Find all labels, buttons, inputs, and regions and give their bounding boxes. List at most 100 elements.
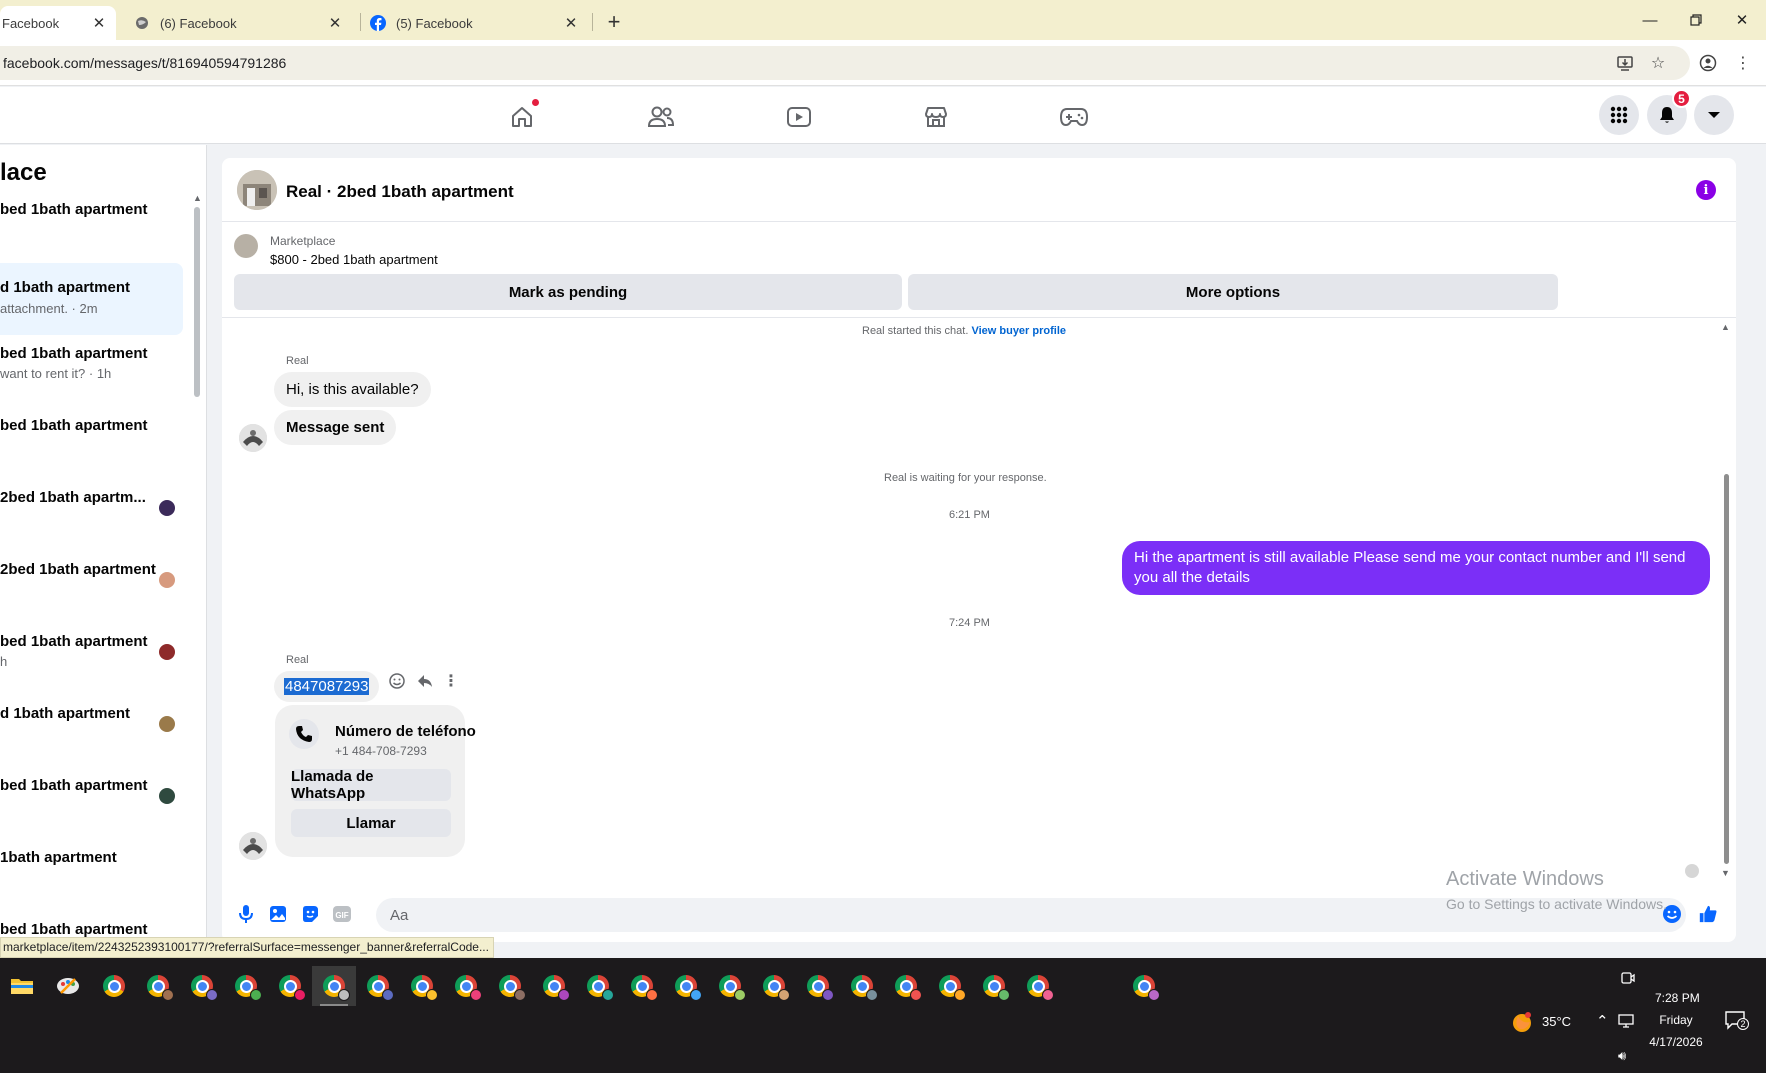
chrome-profile-taskbar-icon[interactable] — [664, 966, 708, 1006]
like-thumb-icon[interactable] — [1698, 904, 1718, 924]
volume-icon[interactable]: 🔊︎ — [1618, 1048, 1626, 1064]
chrome-profile-taskbar-icon[interactable] — [532, 966, 576, 1006]
chrome-profile-taskbar-icon[interactable] — [576, 966, 620, 1006]
tab-close-icon[interactable]: ✕ — [562, 14, 580, 32]
restore-icon[interactable] — [1673, 0, 1719, 40]
browser-tab-3[interactable]: (5) Facebook ✕ — [360, 6, 588, 40]
whatsapp-call-button[interactable]: Llamada de WhatsApp — [291, 768, 451, 802]
incoming-message[interactable]: Message sent — [274, 410, 397, 445]
avatar[interactable] — [239, 832, 267, 860]
listing-name[interactable]: $800 - 2bed 1bath apartment — [270, 252, 438, 267]
chrome-profile-taskbar-icon[interactable] — [972, 966, 1016, 1006]
mark-as-pending-button[interactable]: Mark as pending — [234, 274, 902, 310]
chrome-taskbar-icon[interactable] — [92, 966, 136, 1006]
tab-close-icon[interactable]: ✕ — [90, 14, 108, 32]
chrome-profile-taskbar-icon[interactable] — [620, 966, 664, 1006]
chrome-profile-taskbar-icon[interactable] — [356, 966, 400, 1006]
chrome-profile-taskbar-icon[interactable] — [1122, 966, 1166, 1006]
scroll-up-arrow-icon[interactable]: ▲ — [1721, 322, 1730, 332]
more-actions-icon[interactable]: ⋮ — [441, 671, 461, 691]
bookmark-star-icon[interactable]: ☆ — [1647, 52, 1669, 74]
chat-list-item[interactable]: d 1bath apartment — [0, 691, 183, 755]
incoming-message[interactable]: Hi, is this available? — [274, 372, 431, 407]
weather-icon[interactable] — [1510, 1010, 1534, 1034]
browser-tab-1[interactable]: Facebook ✕ — [0, 6, 116, 40]
browser-tab-2[interactable]: (6) Facebook ✕ — [124, 6, 352, 40]
chat-list-item[interactable]: 2bed 1bath apartm... — [0, 475, 183, 539]
network-icon[interactable] — [1618, 1013, 1636, 1029]
notifications-bell-icon[interactable]: 5 — [1647, 89, 1691, 135]
chat-list-scrollbar[interactable] — [194, 207, 200, 397]
chat-list-item[interactable]: 2bed 1bath apartment — [0, 547, 183, 611]
incoming-message[interactable]: 4847087293 — [274, 671, 380, 702]
chrome-profile-taskbar-icon[interactable] — [840, 966, 884, 1006]
chrome-profile-taskbar-icon[interactable] — [708, 966, 752, 1006]
temperature-text[interactable]: 35°C — [1542, 1014, 1571, 1029]
clock-day[interactable]: Friday — [1655, 1013, 1697, 1027]
profile-icon[interactable] — [1697, 52, 1719, 74]
gaming-icon[interactable] — [1044, 97, 1104, 137]
notification-center-icon[interactable]: 2 — [1724, 1010, 1749, 1034]
paint-app-icon[interactable] — [46, 966, 90, 1006]
chrome-profile-taskbar-icon[interactable] — [796, 966, 840, 1006]
scroll-down-arrow-icon[interactable]: ▼ — [1721, 868, 1730, 878]
meet-now-icon[interactable] — [1620, 970, 1638, 988]
marketplace-icon[interactable] — [906, 97, 966, 137]
more-options-button[interactable]: More options — [908, 274, 1558, 310]
minimize-icon[interactable]: — — [1627, 0, 1673, 40]
chat-list-item[interactable]: bed 1bath apartment — [0, 403, 183, 467]
chat-list-item[interactable]: bed 1bath apartment — [0, 763, 183, 827]
apps-menu-icon[interactable] — [1599, 95, 1639, 135]
conversation-title[interactable]: Real · 2bed 1bath apartment — [286, 182, 514, 202]
chrome-profile-taskbar-icon[interactable] — [752, 966, 796, 1006]
chat-list-item[interactable]: bed 1bath apartment h — [0, 619, 183, 683]
chat-scrollbar[interactable] — [1724, 474, 1729, 864]
chrome-profile-taskbar-icon[interactable] — [400, 966, 444, 1006]
clock-time[interactable]: 7:28 PM — [1655, 991, 1700, 1005]
sticker-icon[interactable] — [300, 904, 320, 924]
info-icon[interactable]: i — [1696, 180, 1716, 200]
react-emoji-icon[interactable] — [387, 671, 407, 691]
chat-list-item[interactable]: bed 1bath apartment want to rent it? · 1… — [0, 331, 183, 395]
avatar[interactable] — [237, 170, 277, 210]
outgoing-message[interactable]: Hi the apartment is still available Plea… — [1122, 541, 1710, 595]
scroll-up-arrow-icon[interactable]: ▲ — [193, 193, 202, 203]
friends-icon[interactable] — [631, 97, 691, 137]
tab-close-icon[interactable]: ✕ — [326, 14, 344, 32]
listing-thumbnail[interactable] — [234, 234, 258, 258]
chrome-profile-taskbar-icon[interactable] — [224, 966, 268, 1006]
view-buyer-profile-link[interactable]: View buyer profile — [971, 325, 1066, 337]
chrome-profile-taskbar-icon[interactable] — [136, 966, 180, 1006]
call-button[interactable]: Llamar — [291, 809, 451, 837]
close-window-icon[interactable]: ✕ — [1719, 0, 1765, 40]
chrome-profile-taskbar-icon-active[interactable] — [312, 966, 356, 1006]
microphone-icon[interactable] — [236, 904, 256, 924]
chat-list-item[interactable]: 1bath apartment — [0, 835, 183, 899]
phone-number-text[interactable]: 4847087293 — [284, 678, 370, 695]
chrome-profile-taskbar-icon[interactable] — [884, 966, 928, 1006]
chrome-profile-taskbar-icon[interactable] — [180, 966, 224, 1006]
video-icon[interactable] — [769, 97, 829, 137]
chrome-profile-taskbar-icon[interactable] — [444, 966, 488, 1006]
activate-windows-watermark: Activate Windows Go to Settings to activ… — [1446, 868, 1667, 912]
install-app-icon[interactable] — [1614, 52, 1636, 74]
address-bar[interactable]: facebook.com/messages/t/816940594791286 — [0, 46, 1690, 80]
photo-icon[interactable] — [268, 904, 288, 924]
avatar[interactable] — [239, 424, 267, 452]
account-dropdown-icon[interactable] — [1694, 95, 1734, 135]
home-icon[interactable] — [492, 97, 552, 137]
chrome-profile-taskbar-icon[interactable] — [488, 966, 532, 1006]
chat-list-item-selected[interactable]: d 1bath apartment attachment. · 2m — [0, 263, 183, 335]
chrome-profile-taskbar-icon[interactable] — [268, 966, 312, 1006]
file-explorer-icon[interactable] — [0, 966, 44, 1006]
chrome-profile-taskbar-icon[interactable] — [1016, 966, 1060, 1006]
chrome-profile-taskbar-icon[interactable] — [928, 966, 972, 1006]
new-tab-button[interactable]: + — [600, 8, 628, 36]
show-hidden-icons-icon[interactable]: ⌃ — [1596, 1012, 1609, 1030]
reply-icon[interactable] — [415, 671, 435, 691]
chat-list-item[interactable]: bed 1bath apartment — [0, 187, 183, 251]
notification-count: 2 — [1737, 1018, 1749, 1030]
browser-menu-icon[interactable]: ⋮ — [1732, 52, 1754, 74]
gif-icon[interactable]: GIF — [332, 904, 352, 924]
clock-date[interactable]: 4/17/2026 — [1645, 1035, 1707, 1049]
